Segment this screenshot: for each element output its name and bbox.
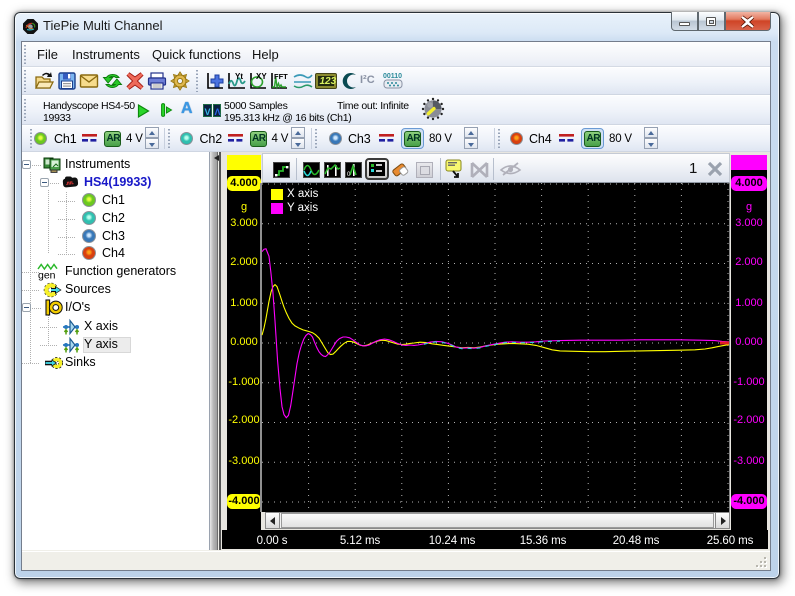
svg-text:gen: gen xyxy=(38,270,56,282)
svg-text:FFT: FFT xyxy=(274,72,288,81)
svg-text:XY: XY xyxy=(256,72,267,81)
svg-text:Yt: Yt xyxy=(235,72,243,81)
svg-text:00110: 00110 xyxy=(383,73,402,80)
